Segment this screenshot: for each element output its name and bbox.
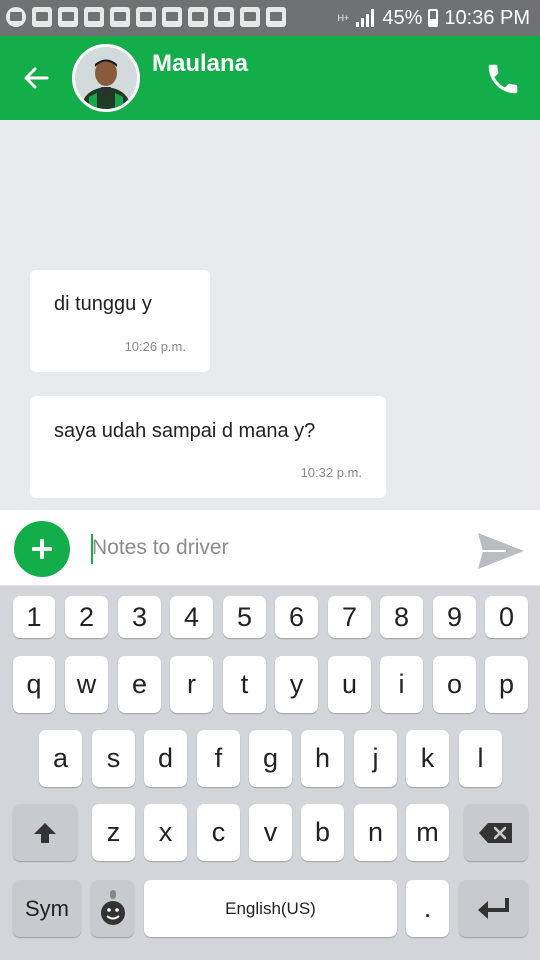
key-3[interactable]: 3 xyxy=(118,596,161,638)
key-8[interactable]: 8 xyxy=(380,596,423,638)
key-l[interactable]: l xyxy=(459,730,502,787)
keyboard: 1 2 3 4 5 6 7 8 9 0 q w e r t y u i o p … xyxy=(0,586,540,960)
line-icon xyxy=(6,7,26,27)
status-bar: H+ 45% 10:36 PM xyxy=(0,0,540,36)
app-f-icon xyxy=(136,7,156,27)
notes-to-driver-input[interactable] xyxy=(92,526,462,570)
key-r[interactable]: r xyxy=(170,656,213,713)
briefcase-icon xyxy=(266,7,286,27)
notification-icons xyxy=(6,7,286,29)
app-f-icon xyxy=(84,7,104,27)
backspace-icon xyxy=(479,822,512,843)
app-icon xyxy=(188,7,208,27)
key-m[interactable]: m xyxy=(406,804,449,861)
phone-call-icon[interactable] xyxy=(484,60,522,98)
key-s[interactable]: s xyxy=(92,730,135,787)
key-0[interactable]: 0 xyxy=(485,596,528,638)
status-time: 10:36 PM xyxy=(444,6,530,29)
key-e[interactable]: e xyxy=(118,656,161,713)
key-x[interactable]: x xyxy=(144,804,187,861)
backspace-key[interactable] xyxy=(464,804,528,861)
space-key[interactable]: English(US) xyxy=(144,880,397,937)
key-y[interactable]: y xyxy=(275,656,318,713)
smiley-icon xyxy=(100,889,125,925)
key-h[interactable]: h xyxy=(301,730,344,787)
network-type-label: H+ xyxy=(337,12,350,23)
mail-check-icon xyxy=(240,7,260,27)
sym-key[interactable]: Sym xyxy=(13,880,81,937)
key-d[interactable]: d xyxy=(144,730,187,787)
gallery-icon xyxy=(58,7,78,27)
message-bubble: di tunggu y 10:26 p.m. xyxy=(30,270,210,372)
app-f-icon xyxy=(214,7,234,27)
message-text: di tunggu y xyxy=(54,293,152,315)
key-z[interactable]: z xyxy=(92,804,135,861)
key-5[interactable]: 5 xyxy=(223,596,266,638)
key-t[interactable]: t xyxy=(223,656,266,713)
key-7[interactable]: 7 xyxy=(328,596,371,638)
key-v[interactable]: v xyxy=(249,804,292,861)
key-p[interactable]: p xyxy=(485,656,528,713)
message-bubble: saya udah sampai d mana y? 10:32 p.m. xyxy=(30,396,386,498)
key-2[interactable]: 2 xyxy=(65,596,108,638)
key-q[interactable]: q xyxy=(13,656,55,713)
key-1[interactable]: 1 xyxy=(13,596,55,638)
shift-key[interactable] xyxy=(13,804,77,861)
clean-icon xyxy=(162,7,182,27)
enter-arrow-icon xyxy=(477,897,509,919)
contact-name: Maulana xyxy=(152,50,249,77)
key-g[interactable]: g xyxy=(249,730,292,787)
message-time: 10:26 p.m. xyxy=(124,339,186,354)
battery-icon xyxy=(428,9,439,27)
key-j[interactable]: j xyxy=(354,730,397,787)
message-text: saya udah sampai d mana y? xyxy=(54,420,316,442)
key-w[interactable]: w xyxy=(65,656,108,713)
send-icon[interactable] xyxy=(476,530,526,572)
mail-icon xyxy=(32,7,52,27)
key-b[interactable]: b xyxy=(301,804,344,861)
emoji-voice-key[interactable] xyxy=(91,880,134,937)
shift-arrow-icon xyxy=(34,822,56,843)
key-o[interactable]: o xyxy=(433,656,476,713)
add-attachment-button[interactable] xyxy=(14,521,70,577)
battery-percent: 45% xyxy=(382,6,423,29)
period-key[interactable]: . xyxy=(406,880,449,937)
enter-key[interactable] xyxy=(459,880,528,937)
key-i[interactable]: i xyxy=(380,656,423,713)
key-n[interactable]: n xyxy=(354,804,397,861)
key-9[interactable]: 9 xyxy=(433,596,476,638)
back-arrow-icon[interactable] xyxy=(20,62,52,94)
avatar[interactable] xyxy=(72,44,140,112)
key-a[interactable]: a xyxy=(39,730,82,787)
key-k[interactable]: k xyxy=(406,730,449,787)
mail-icon xyxy=(110,7,130,27)
key-u[interactable]: u xyxy=(328,656,371,713)
signal-icon xyxy=(356,9,376,27)
message-time: 10:32 p.m. xyxy=(300,465,362,480)
key-c[interactable]: c xyxy=(197,804,240,861)
message-input-bar xyxy=(0,510,540,586)
key-4[interactable]: 4 xyxy=(170,596,213,638)
key-6[interactable]: 6 xyxy=(275,596,318,638)
chat-header: Maulana xyxy=(0,36,540,120)
message-list[interactable]: di tunggu y 10:26 p.m. saya udah sampai … xyxy=(0,120,540,510)
key-f[interactable]: f xyxy=(197,730,240,787)
